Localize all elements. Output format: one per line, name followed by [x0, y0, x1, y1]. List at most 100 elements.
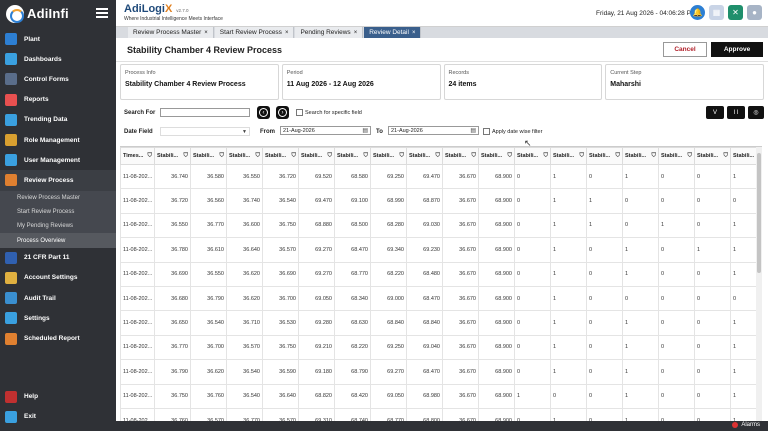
tab-review-process-master[interactable]: Review Process Master ×	[128, 27, 214, 38]
specific-field-checkbox[interactable]	[296, 109, 303, 116]
column-header[interactable]: Stabili... ⛉	[226, 147, 263, 165]
filter-icon[interactable]: ⛉	[471, 153, 476, 160]
column-header[interactable]: Stabili... ⛉	[334, 147, 371, 165]
approve-button[interactable]: Approve	[711, 42, 763, 57]
table-row[interactable]: 11-08-202... 36.720 36.560 36.740 36.540 69.4…	[120, 188, 762, 214]
vertical-scrollbar[interactable]	[756, 147, 762, 421]
column-header[interactable]: Stabili... ⛉	[298, 147, 335, 165]
v-button[interactable]: V	[706, 106, 724, 119]
sidebar-item-review-process[interactable]: Review Process	[0, 170, 116, 191]
column-header[interactable]: Stabili... ⛉	[586, 147, 623, 165]
table-row[interactable]: 11-08-202... 36.680 36.790 36.620 36.700 69.0…	[120, 285, 762, 312]
reports-icon	[5, 93, 17, 106]
sidebar-item-account-settings[interactable]: Account Settings	[0, 268, 116, 288]
filter-icon[interactable]: ⛉	[615, 153, 620, 160]
close-tab-icon[interactable]: ×	[285, 30, 289, 36]
column-header[interactable]: Stabili... ⛉	[478, 147, 515, 165]
column-header[interactable]: Times... ⛉	[120, 147, 155, 165]
filter-icon[interactable]: ⛉	[327, 153, 332, 160]
filter-icon[interactable]: ⛉	[435, 153, 440, 160]
close-tab-icon[interactable]: ×	[204, 30, 208, 36]
sidebar-item-reports[interactable]: Reports	[0, 90, 116, 110]
to-date-input[interactable]: 21-Aug-2026 ▤	[388, 126, 479, 135]
table-row[interactable]: 11-08-202... 36.690 36.550 36.620 36.690 69.2…	[120, 261, 762, 287]
column-header[interactable]: Stabili... ⛉	[370, 147, 407, 165]
column-toggle-button[interactable]: I I	[727, 106, 745, 119]
table-row[interactable]: 11-08-202... 36.780 36.610 36.640 36.570 69.2…	[120, 237, 762, 263]
filter-icon[interactable]: ⛉	[507, 153, 512, 160]
table-row[interactable]: 11-08-202... 36.770 36.700 36.570 36.750 69.2…	[120, 334, 762, 361]
sidebar-item-control-forms[interactable]: Control Forms	[0, 69, 116, 89]
submenu-item[interactable]: Start Review Process	[0, 205, 116, 219]
close-tab-icon[interactable]: ×	[412, 30, 416, 36]
filter-icon[interactable]: ⛉	[255, 153, 260, 160]
column-header[interactable]: Stabili... ⛉	[550, 147, 587, 165]
filter-icon[interactable]: ⛉	[399, 153, 404, 160]
alarms-indicator[interactable]: Alarms	[732, 422, 760, 428]
next-button[interactable]: ›	[276, 106, 289, 119]
sidebar-item-dashboards[interactable]: Dashboards	[0, 49, 116, 69]
sidebar-item-user-management[interactable]: User Management	[0, 150, 116, 170]
column-header[interactable]: Stabili... ⛉	[154, 147, 191, 165]
table-row[interactable]: 11-08-202... 36.760 36.570 36.770 36.570 69.3…	[120, 407, 762, 421]
sidebar-item-audit-trail[interactable]: Audit Trail	[0, 288, 116, 308]
table-cell: 36.610	[190, 237, 227, 263]
column-header[interactable]: Stabili... ⛉	[190, 147, 227, 165]
filter-icon[interactable]: ⛉	[183, 153, 188, 160]
notification-bell-icon[interactable]: 🔔	[690, 5, 705, 20]
filter-icon[interactable]: ⛉	[219, 153, 224, 160]
scrollbar-thumb[interactable]	[757, 153, 761, 273]
page-header: Stability Chamber 4 Review Process Cance…	[116, 38, 768, 62]
sidebar-item-help[interactable]: Help	[0, 387, 116, 407]
submenu-item[interactable]: My Pending Reviews	[0, 219, 116, 233]
table-row[interactable]: 11-08-202... 36.790 36.620 36.540 36.590 69.1…	[120, 359, 762, 385]
sidebar-item-21-cfr-part-11[interactable]: 21 CFR Part 11	[0, 248, 116, 268]
filter-icon[interactable]: ⛉	[723, 153, 728, 160]
sidebar-item-plant[interactable]: Plant	[0, 29, 116, 49]
filter-icon[interactable]: ⛉	[147, 153, 152, 160]
filter-icon[interactable]: ⛉	[579, 153, 584, 160]
sidebar-item-role-management[interactable]: Role Management	[0, 130, 116, 150]
close-tab-icon[interactable]: ×	[354, 30, 358, 36]
cancel-button[interactable]: Cancel	[663, 42, 707, 57]
column-header[interactable]: Stabili... ⛉	[622, 147, 659, 165]
column-header[interactable]: Stabili... ⛉	[262, 147, 299, 165]
prev-button[interactable]: ‹	[257, 106, 270, 119]
sidebar-item-settings[interactable]: Settings	[0, 308, 116, 328]
refresh-button[interactable]: ◎	[748, 106, 764, 119]
filter-icon[interactable]: ⛉	[363, 153, 368, 160]
table-row[interactable]: 11-08-202... 36.650 36.540 36.710 36.530 69.2…	[120, 310, 762, 336]
table-cell: 36.670	[442, 407, 479, 421]
tab-pending-reviews[interactable]: Pending Reviews ×	[295, 27, 364, 38]
submenu-item[interactable]: Review Process Master	[0, 191, 116, 205]
profile-icon[interactable]: ●	[747, 5, 762, 20]
table-row[interactable]: 11-08-202... 36.550 36.770 36.600 36.750 68.8…	[120, 212, 762, 239]
search-input[interactable]	[160, 108, 250, 117]
column-header[interactable]: Stabili... ⛉	[514, 147, 551, 165]
filter-icon[interactable]: ⛉	[543, 153, 548, 160]
tab-start-review-process[interactable]: Start Review Process ×	[214, 27, 295, 38]
table-row[interactable]: 11-08-202... 36.750 36.760 36.540 36.640 68.8…	[120, 383, 762, 409]
filter-icon[interactable]: ⛉	[687, 153, 692, 160]
sidebar-item-exit[interactable]: Exit	[0, 407, 116, 427]
table-row[interactable]: 11-08-202... 36.740 36.580 36.550 36.720 69.5…	[120, 163, 762, 190]
from-date-input[interactable]: 21-Aug-2026 ▤	[280, 126, 371, 135]
column-header[interactable]: Stabili... ⛉	[442, 147, 479, 165]
filter-icon[interactable]: ⛉	[651, 153, 656, 160]
tab-review-detail[interactable]: Review Detail ×	[364, 27, 422, 38]
date-filter-checkbox[interactable]	[483, 128, 490, 135]
submenu-item[interactable]: Process Overview	[0, 233, 116, 248]
sidebar-item-trending-data[interactable]: Trending Data	[0, 110, 116, 130]
grid-view-icon[interactable]: ▦	[709, 5, 724, 20]
hamburger-menu-icon[interactable]	[96, 8, 108, 18]
sidebar-item-scheduled-report[interactable]: Scheduled Report	[0, 328, 116, 348]
column-header[interactable]: Stabili... ⛉	[658, 147, 695, 165]
column-header[interactable]: Stabili... ⛉	[406, 147, 443, 165]
export-excel-icon[interactable]: ✕	[728, 5, 743, 20]
sidebar-item-label: Help	[24, 393, 39, 401]
table-cell: 0	[658, 261, 695, 287]
date-field-select[interactable]: ▼	[160, 127, 250, 136]
column-header[interactable]: Stabili... ⛉	[694, 147, 731, 165]
filter-icon[interactable]: ⛉	[291, 153, 296, 160]
column-header-label: Stabili...	[301, 152, 323, 159]
